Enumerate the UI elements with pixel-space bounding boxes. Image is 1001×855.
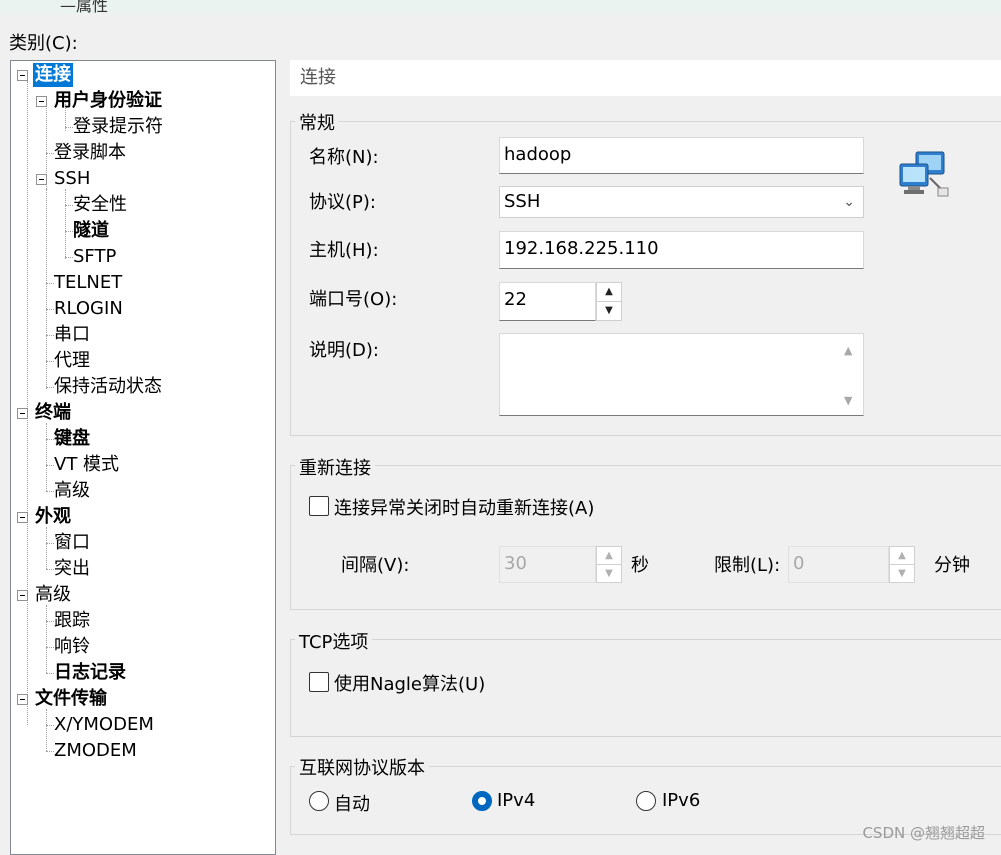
- radio-ipv4-label[interactable]: IPv4: [497, 790, 535, 811]
- tree-item-highlight[interactable]: 突出: [54, 557, 90, 581]
- limit-input[interactable]: 0: [788, 546, 889, 583]
- radio-auto[interactable]: [309, 791, 329, 811]
- name-label: 名称(N):: [309, 147, 379, 168]
- protocol-label: 协议(P):: [309, 192, 376, 213]
- tree-item-serial[interactable]: 串口: [54, 323, 90, 347]
- collapse-icon[interactable]: [17, 70, 28, 81]
- tree-item-keepalive[interactable]: 保持活动状态: [54, 375, 162, 399]
- radio-ipv4[interactable]: [472, 791, 492, 811]
- tree-item-bell[interactable]: 响铃: [54, 635, 90, 659]
- tree-item-zmodem[interactable]: ZMODEM: [54, 739, 137, 763]
- tree-item-rlogin[interactable]: RLOGIN: [54, 297, 123, 321]
- tree-item-ssh[interactable]: SSH: [54, 167, 90, 191]
- protocol-value: SSH: [504, 191, 541, 212]
- interval-unit: 秒: [631, 555, 649, 576]
- tree-item-login-script[interactable]: 登录脚本: [54, 141, 126, 165]
- radio-auto-label[interactable]: 自动: [334, 790, 370, 816]
- collapse-icon[interactable]: [17, 694, 28, 705]
- stepper-down-icon[interactable]: ▼: [597, 302, 621, 321]
- description-textarea[interactable]: ▲ ▼: [499, 333, 864, 416]
- host-label: 主机(H):: [309, 240, 379, 261]
- port-stepper[interactable]: ▲ ▼: [596, 282, 622, 321]
- collapse-icon[interactable]: [17, 590, 28, 601]
- stepper-down-icon[interactable]: ▼: [890, 565, 914, 583]
- tree-item-proxy[interactable]: 代理: [54, 349, 90, 373]
- tree-item-trace[interactable]: 跟踪: [54, 609, 90, 633]
- tree-item-xymodem[interactable]: X/YMODEM: [54, 713, 154, 737]
- tree-item-terminal-advanced[interactable]: 高级: [54, 479, 90, 503]
- interval-input[interactable]: 30: [499, 546, 596, 583]
- tree-item-login-prompt[interactable]: 登录提示符: [73, 115, 163, 139]
- auto-reconnect-label[interactable]: 连接异常关闭时自动重新连接(A): [334, 494, 594, 520]
- stepper-down-icon[interactable]: ▼: [597, 565, 621, 583]
- description-label: 说明(D):: [309, 340, 379, 361]
- tree-item-window[interactable]: 窗口: [54, 531, 90, 555]
- watermark: CSDN @翘翘超超: [862, 824, 985, 842]
- category-label: 类别(C):: [9, 33, 78, 54]
- scroll-up-icon[interactable]: ▲: [844, 344, 852, 357]
- scroll-down-icon[interactable]: ▼: [844, 394, 852, 407]
- collapse-icon[interactable]: [36, 174, 47, 185]
- title-bar: —属性: [0, 0, 1001, 15]
- tree-item-file-transfer[interactable]: 文件传输: [35, 687, 107, 711]
- port-label: 端口号(O):: [309, 289, 398, 310]
- chevron-down-icon: ⌄: [843, 194, 855, 210]
- radio-ipv6[interactable]: [636, 791, 656, 811]
- tree-item-keyboard[interactable]: 键盘: [54, 427, 90, 451]
- collapse-icon[interactable]: [17, 408, 28, 419]
- tcp-group-title: TCP选项: [295, 628, 373, 654]
- tree-item-user-auth[interactable]: 用户身份验证: [54, 89, 162, 113]
- nagle-label[interactable]: 使用Nagle算法(U): [334, 670, 485, 696]
- limit-unit: 分钟: [934, 555, 970, 576]
- stepper-up-icon[interactable]: ▲: [597, 547, 621, 565]
- scrollbar[interactable]: ▲ ▼: [837, 334, 863, 415]
- window-title: —属性: [60, 0, 109, 15]
- network-computers-icon: [896, 150, 952, 200]
- general-group-title: 常规: [295, 109, 339, 135]
- interval-stepper[interactable]: ▲ ▼: [596, 546, 622, 583]
- collapse-icon[interactable]: [17, 512, 28, 523]
- tree-item-tunnel[interactable]: 隧道: [73, 219, 109, 243]
- tree-item-telnet[interactable]: TELNET: [54, 271, 122, 295]
- tree-item-logging[interactable]: 日志记录: [54, 661, 126, 685]
- category-tree[interactable]: 连接 用户身份验证 登录提示符 登录脚本 SSH 安全性 隧道 SFTP TEL…: [10, 60, 276, 855]
- interval-label: 间隔(V):: [341, 555, 410, 576]
- stepper-up-icon[interactable]: ▲: [890, 547, 914, 565]
- tree-item-connection[interactable]: 连接: [33, 63, 73, 87]
- host-input[interactable]: 192.168.225.110: [499, 231, 864, 269]
- panel-title: 连接: [290, 60, 1001, 96]
- tree-item-advanced[interactable]: 高级: [35, 583, 71, 607]
- port-input[interactable]: 22: [499, 282, 596, 321]
- limit-label: 限制(L):: [714, 555, 781, 576]
- reconnect-group: [290, 465, 1001, 610]
- reconnect-group-title: 重新连接: [295, 454, 375, 480]
- protocol-select[interactable]: SSH ⌄: [499, 186, 864, 218]
- name-input[interactable]: hadoop: [499, 137, 864, 174]
- tree-item-sftp[interactable]: SFTP: [73, 245, 116, 269]
- collapse-icon[interactable]: [36, 96, 47, 107]
- tree-item-security[interactable]: 安全性: [73, 193, 127, 217]
- ip-version-group-title: 互联网协议版本: [295, 754, 429, 780]
- nagle-checkbox[interactable]: [309, 672, 329, 692]
- auto-reconnect-checkbox[interactable]: [309, 496, 329, 516]
- tree-item-terminal[interactable]: 终端: [35, 401, 71, 425]
- tree-item-appearance[interactable]: 外观: [35, 505, 71, 529]
- radio-ipv6-label[interactable]: IPv6: [662, 790, 700, 811]
- tree-item-vt-mode[interactable]: VT 模式: [54, 453, 119, 477]
- limit-stepper[interactable]: ▲ ▼: [889, 546, 915, 583]
- stepper-up-icon[interactable]: ▲: [597, 283, 621, 302]
